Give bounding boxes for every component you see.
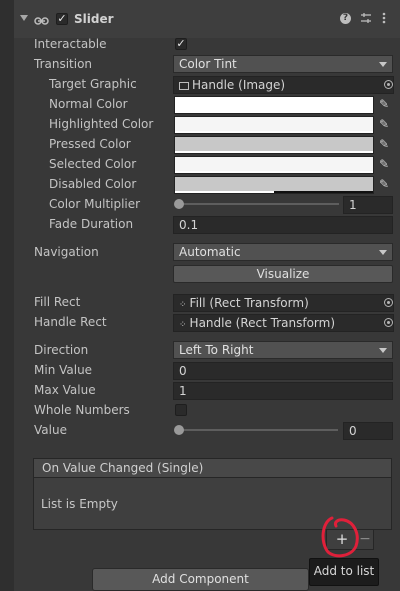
fill-rect-field[interactable]: ⁘ Fill (Rect Transform)	[173, 294, 394, 312]
add-component-button[interactable]: Add Component	[92, 568, 309, 591]
object-picker-icon[interactable]	[384, 318, 393, 327]
kebab-menu-icon[interactable]	[382, 12, 386, 24]
navigation-dropdown[interactable]: Automatic	[173, 243, 393, 261]
eyedropper-icon[interactable]: ✎	[379, 176, 389, 192]
direction-value: Left To Right	[179, 343, 254, 357]
check-icon: ✓	[57, 12, 67, 25]
check-icon: ✓	[176, 37, 186, 50]
alpha-strip	[175, 171, 373, 173]
list-empty-text: List is Empty	[41, 497, 118, 511]
component-enabled-checkbox[interactable]: ✓	[56, 13, 68, 25]
color-multiplier-label: Color Multiplier	[49, 197, 141, 211]
remove-from-list-button[interactable]: −	[358, 530, 372, 548]
direction-dropdown[interactable]: Left To Right	[173, 341, 393, 359]
pressed-color-label: Pressed Color	[49, 137, 131, 151]
value-slider-handle[interactable]	[174, 425, 184, 435]
target-graphic-value: Handle (Image)	[192, 78, 286, 92]
eyedropper-icon[interactable]: ✎	[379, 156, 389, 172]
chevron-down-icon	[379, 62, 387, 67]
whole-numbers-checkbox[interactable]	[175, 404, 187, 416]
max-value-input[interactable]: 1	[173, 382, 393, 400]
chevron-down-icon	[379, 348, 387, 353]
fill-rect-label: Fill Rect	[34, 295, 81, 309]
max-value-label: Max Value	[34, 383, 96, 397]
target-graphic-label: Target Graphic	[49, 77, 137, 91]
on-value-changed-header: On Value Changed (Single)	[33, 458, 392, 478]
pressed-color-swatch[interactable]	[174, 136, 374, 154]
value-input[interactable]: 0	[343, 422, 393, 440]
handle-rect-value: Handle (Rect Transform)	[189, 316, 336, 330]
alpha-strip	[175, 111, 373, 113]
normal-color-label: Normal Color	[49, 97, 128, 111]
presets-icon[interactable]	[360, 12, 372, 24]
navigation-label: Navigation	[34, 245, 99, 259]
eyedropper-icon[interactable]: ✎	[379, 96, 389, 112]
visualize-button[interactable]: Visualize	[173, 265, 393, 283]
value-label: Value	[34, 423, 67, 437]
disabled-color-label: Disabled Color	[49, 177, 137, 191]
alpha-strip	[175, 151, 373, 153]
normal-color-swatch[interactable]	[174, 96, 374, 114]
handle-rect-label: Handle Rect	[34, 315, 107, 329]
value-slider-track[interactable]	[178, 429, 338, 431]
color-multiplier-handle[interactable]	[174, 199, 184, 209]
object-picker-icon[interactable]	[384, 298, 393, 307]
annotation-circle	[321, 516, 359, 558]
color-multiplier-input[interactable]: 1	[343, 196, 393, 214]
selected-color-swatch[interactable]	[174, 156, 374, 174]
transition-label: Transition	[34, 57, 93, 71]
inspector-gutter	[0, 0, 14, 591]
component-title: Slider	[74, 12, 114, 26]
interactable-label: Interactable	[34, 37, 107, 51]
script-icon	[34, 14, 50, 25]
tooltip: Add to list	[309, 558, 379, 586]
fade-duration-input[interactable]: 0.1	[173, 216, 393, 234]
target-graphic-field[interactable]: Handle (Image)	[173, 76, 394, 94]
chevron-down-icon	[379, 250, 387, 255]
direction-label: Direction	[34, 343, 89, 357]
rect-transform-icon: ⁘	[179, 320, 187, 330]
navigation-value: Automatic	[179, 245, 241, 259]
alpha-strip	[175, 131, 373, 133]
alpha-strip	[175, 191, 274, 193]
color-multiplier-track[interactable]	[178, 203, 339, 205]
fill-rect-value: Fill (Rect Transform)	[189, 296, 309, 310]
handle-rect-field[interactable]: ⁘ Handle (Rect Transform)	[173, 314, 394, 332]
eyedropper-icon[interactable]: ✎	[379, 136, 389, 152]
foldout-arrow-icon[interactable]	[20, 15, 28, 21]
fade-duration-label: Fade Duration	[49, 217, 134, 231]
image-icon	[179, 82, 189, 90]
rect-transform-icon: ⁘	[179, 300, 187, 310]
eyedropper-icon[interactable]: ✎	[379, 116, 389, 132]
min-value-label: Min Value	[34, 363, 93, 377]
help-icon[interactable]: ?	[340, 13, 351, 24]
object-picker-icon[interactable]	[384, 80, 393, 89]
transition-dropdown[interactable]: Color Tint	[173, 55, 393, 73]
transition-value: Color Tint	[179, 57, 237, 71]
disabled-color-swatch[interactable]	[174, 176, 374, 194]
whole-numbers-label: Whole Numbers	[34, 403, 130, 417]
highlighted-color-label: Highlighted Color	[49, 117, 154, 131]
selected-color-label: Selected Color	[49, 157, 137, 171]
alpha-strip-empty	[274, 191, 373, 193]
interactable-checkbox[interactable]: ✓	[175, 38, 187, 50]
highlighted-color-swatch[interactable]	[174, 116, 374, 134]
min-value-input[interactable]: 0	[173, 362, 393, 380]
